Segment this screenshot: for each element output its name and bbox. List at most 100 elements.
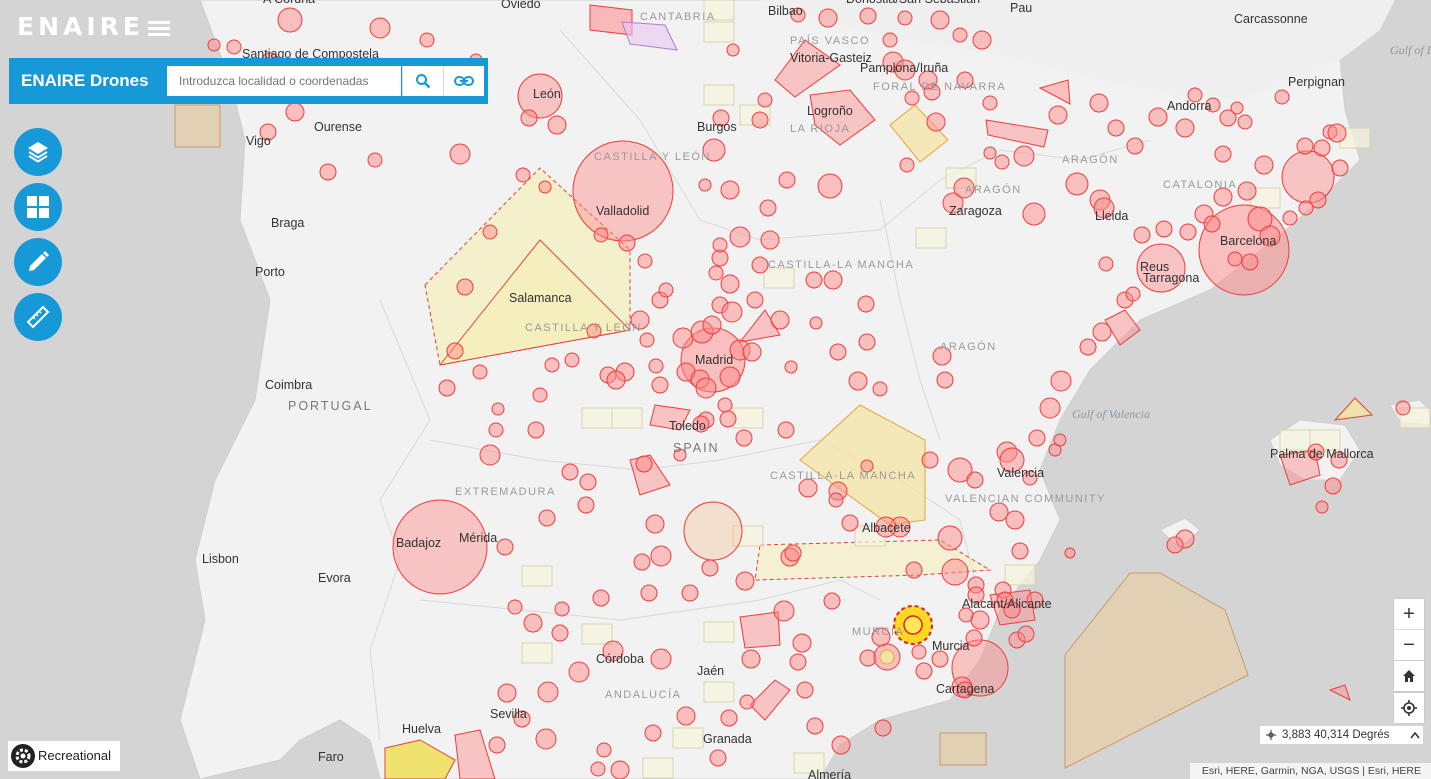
restricted-zone[interactable] (650, 545, 672, 567)
restricted-zone[interactable] (520, 109, 538, 127)
restricted-zone[interactable] (695, 377, 717, 399)
restricted-zone[interactable] (905, 561, 923, 579)
restricted-zone[interactable] (568, 661, 590, 683)
restricted-zone[interactable] (535, 728, 557, 750)
airspace-map[interactable]: CANTABRIA PAÍS VASCO FORAL DE NAVARRA LA… (0, 0, 1431, 779)
restricted-zone[interactable] (882, 32, 898, 48)
restricted-zone[interactable] (446, 342, 464, 360)
restricted-zone[interactable] (1064, 547, 1076, 559)
restricted-zone[interactable] (778, 171, 796, 189)
restricted-zone[interactable] (828, 492, 844, 508)
restricted-zone[interactable] (848, 371, 868, 391)
restricted-zone[interactable] (994, 154, 1010, 170)
restricted-zone[interactable] (1241, 253, 1259, 271)
restricted-zone[interactable] (1107, 119, 1125, 137)
restricted-zone[interactable] (538, 509, 556, 527)
restricted-zone[interactable] (872, 381, 888, 397)
restricted-zone[interactable] (818, 8, 838, 28)
restricted-zone[interactable] (746, 291, 764, 309)
restricted-zone[interactable] (681, 584, 699, 602)
restricted-zone[interactable] (874, 719, 892, 737)
restricted-zone[interactable] (966, 471, 984, 489)
restricted-zone[interactable] (1237, 181, 1257, 201)
restricted-zone[interactable] (496, 538, 514, 556)
zoom-out-button[interactable]: − (1394, 630, 1424, 660)
restricted-zone[interactable] (1296, 137, 1314, 155)
restricted-zone[interactable] (491, 402, 505, 416)
restricted-zone[interactable] (593, 227, 609, 243)
locate-button[interactable] (1393, 692, 1425, 724)
restricted-zone[interactable] (751, 111, 769, 129)
restricted-zone[interactable] (579, 473, 597, 491)
restricted-zone[interactable] (367, 152, 383, 168)
search-button[interactable] (402, 66, 443, 96)
restricted-zone[interactable] (527, 421, 545, 439)
restricted-zone[interactable] (1166, 536, 1184, 554)
restricted-zone[interactable] (739, 694, 755, 710)
restricted-zone[interactable] (983, 146, 997, 160)
restricted-zone[interactable] (930, 10, 950, 30)
restricted-zone[interactable] (369, 17, 391, 39)
restricted-zone[interactable] (1133, 226, 1151, 244)
restricted-zone[interactable] (672, 327, 694, 349)
restricted-zone[interactable] (1395, 400, 1411, 416)
restricted-zone[interactable] (645, 514, 665, 534)
restricted-zone[interactable] (823, 592, 841, 610)
restricted-zone[interactable] (720, 274, 740, 294)
chevron-up-icon[interactable] (1410, 726, 1420, 750)
restricted-zone[interactable] (708, 265, 724, 281)
restricted-zone[interactable] (590, 761, 606, 777)
restricted-zone[interactable] (676, 706, 696, 726)
restricted-zone[interactable] (596, 742, 612, 758)
restricted-zone[interactable] (1274, 89, 1290, 105)
restricted-zone[interactable] (757, 92, 773, 108)
restricted-zone[interactable] (1324, 477, 1342, 495)
restricted-zone[interactable] (532, 387, 548, 403)
restricted-zone[interactable] (1065, 172, 1089, 196)
restricted-zone[interactable] (817, 173, 843, 199)
restricted-zone[interactable] (1203, 215, 1221, 233)
basemap-button[interactable] (14, 183, 62, 231)
restricted-zone[interactable] (639, 332, 655, 348)
restricted-zone[interactable] (419, 32, 435, 48)
restricted-zone[interactable] (319, 163, 337, 181)
restricted-zone[interactable] (701, 559, 719, 577)
restricted-zone[interactable] (1315, 500, 1329, 514)
restricted-zone[interactable] (226, 39, 242, 55)
restricted-zone[interactable] (904, 90, 920, 106)
restricted-zone[interactable] (1013, 145, 1035, 167)
home-button[interactable] (1393, 660, 1425, 692)
restricted-zone[interactable] (760, 230, 780, 250)
restricted-zone[interactable] (1048, 105, 1068, 125)
restricted-zone[interactable] (207, 38, 221, 52)
restricted-zone[interactable] (1254, 155, 1274, 175)
restricted-zone[interactable] (537, 681, 559, 703)
restricted-zone[interactable] (729, 226, 751, 248)
restricted-zone[interactable] (720, 180, 740, 200)
restricted-zone[interactable] (635, 455, 653, 473)
restricted-zone[interactable] (1098, 256, 1114, 272)
restricted-zone[interactable] (717, 397, 733, 413)
restricted-zone[interactable] (759, 199, 777, 217)
restricted-zone[interactable] (857, 295, 875, 313)
restricted-zone[interactable] (1053, 433, 1067, 447)
restricted-zone[interactable] (1050, 370, 1072, 392)
restricted-zone[interactable] (719, 366, 741, 388)
restricted-zone[interactable] (592, 589, 610, 607)
restricted-zone[interactable] (1017, 625, 1035, 643)
restricted-zone[interactable] (507, 599, 523, 615)
restricted-zone[interactable] (741, 649, 761, 669)
restricted-zone[interactable] (823, 270, 843, 290)
restricted-zone[interactable] (952, 27, 968, 43)
restricted-zone[interactable] (479, 444, 501, 466)
restricted-zone[interactable] (841, 514, 859, 532)
restricted-zone[interactable] (719, 410, 737, 428)
restricted-zone[interactable] (1039, 397, 1061, 419)
restricted-zone[interactable] (618, 234, 636, 252)
restricted-zone[interactable] (515, 167, 531, 183)
restricted-zone[interactable] (720, 709, 738, 727)
restricted-zone[interactable] (523, 613, 543, 633)
restricted-zone[interactable] (936, 371, 954, 389)
restricted-zone[interactable] (1179, 223, 1197, 241)
restricted-zone[interactable] (488, 422, 504, 438)
